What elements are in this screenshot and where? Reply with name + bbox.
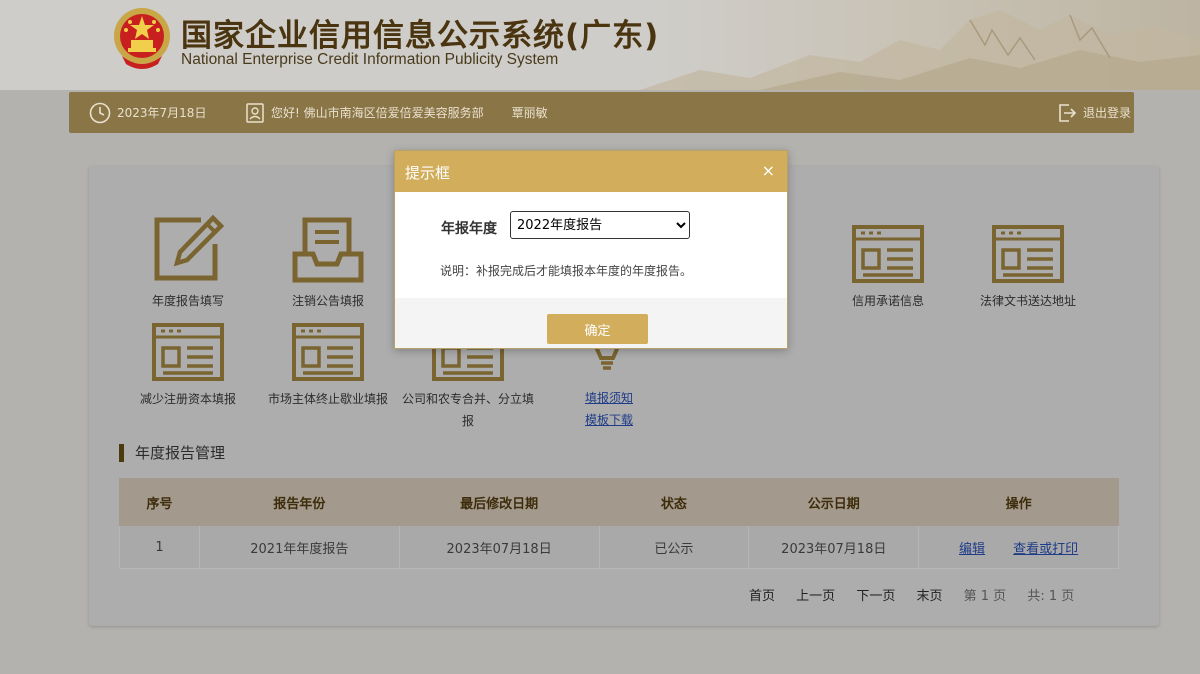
cell-no: 1	[119, 525, 200, 569]
dialog-footer: 确定	[395, 298, 787, 348]
date-display: 2023年7月18日	[89, 92, 206, 133]
cell-published: 2023年07月18日	[748, 525, 920, 569]
tile-label: 公司和农专合并、分立填报	[401, 392, 534, 428]
dialog-header: 提示框 ×	[395, 151, 787, 192]
cell-year: 2021年年度报告	[198, 525, 400, 569]
site-header: 国家企业信用信息公示系统(广东) National Enterprise Cre…	[0, 0, 1200, 90]
site-title: 国家企业信用信息公示系统(广东)	[181, 18, 660, 54]
prev-page-button[interactable]: 上一页	[796, 585, 835, 604]
confirm-button[interactable]: 确定	[547, 314, 648, 344]
annual-report-table: 序号 报告年份 最后修改日期 状态 公示日期 操作 1 2021年年度报告 20…	[119, 478, 1119, 569]
greeting-display: 您好! 佛山市南海区倍爱倍爱美容服务部 覃丽敏	[245, 92, 548, 133]
tile-label: 年度报告填写	[151, 294, 224, 308]
cell-actions: 编辑 查看或打印	[918, 525, 1119, 569]
clock-icon	[89, 102, 111, 123]
tile-cancellation-notice[interactable]: 注销公告填报	[258, 214, 398, 312]
dialog-body: 年报年度 2022年度报告 说明：补报完成后才能填报本年度的年度报告。	[395, 192, 787, 298]
user-badge-icon	[246, 102, 264, 123]
total-pages: 共: 1 页	[1027, 589, 1075, 604]
tile-business-suspension[interactable]: 市场主体终止歇业填报	[258, 322, 398, 410]
tile-legal-address[interactable]: 法律文书送达地址	[958, 224, 1098, 312]
date-text: 2023年7月18日	[117, 106, 207, 120]
cell-modified: 2023年07月18日	[398, 525, 600, 569]
user-info-bar: 2023年7月18日 您好! 佛山市南海区倍爱倍爱美容服务部 覃丽敏 退出登录	[69, 92, 1134, 133]
site-subtitle: National Enterprise Credit Information P…	[181, 51, 559, 68]
prompt-dialog: 提示框 × 年报年度 2022年度报告 说明：补报完成后才能填报本年度的年度报告…	[394, 150, 788, 349]
tile-capital-reduction[interactable]: 减少注册资本填报	[118, 322, 258, 410]
column-header: 报告年份	[198, 478, 400, 526]
form-doc-icon	[152, 323, 224, 381]
national-emblem-icon	[114, 8, 170, 69]
dialog-title: 提示框	[405, 164, 451, 182]
section-title: 年度报告管理	[119, 444, 225, 462]
tray-doc-icon	[292, 217, 364, 283]
cell-status: 已公示	[598, 525, 750, 569]
user-name: 覃丽敏	[511, 106, 548, 120]
form-doc-icon	[292, 323, 364, 381]
table-row: 1 2021年年度报告 2023年07月18日 已公示 2023年07月18日 …	[119, 525, 1119, 569]
report-year-label: 年报年度	[441, 221, 497, 237]
tile-label: 注销公告填报	[291, 294, 364, 308]
last-page-button[interactable]: 末页	[916, 585, 942, 604]
view-print-link[interactable]: 查看或打印	[1013, 542, 1078, 557]
tile-label: 减少注册资本填报	[139, 392, 236, 406]
tile-label: 信用承诺信息	[851, 294, 924, 308]
column-header: 最后修改日期	[398, 478, 600, 526]
dialog-note: 说明：补报完成后才能填报本年度的年度报告。	[440, 264, 693, 278]
edit-link[interactable]: 编辑	[959, 542, 985, 557]
column-header: 公示日期	[748, 478, 920, 526]
logout-button[interactable]: 退出登录	[1057, 92, 1131, 133]
column-header: 状态	[598, 478, 750, 526]
tile-credit-commitment[interactable]: 信用承诺信息	[818, 224, 958, 312]
table-header-row: 序号 报告年份 最后修改日期 状态 公示日期 操作	[119, 478, 1119, 526]
mountain-landscape-decoration	[640, 10, 1200, 90]
form-doc-icon	[992, 225, 1064, 283]
guide-link[interactable]: 填报须知	[585, 387, 633, 409]
pagination: 首页 上一页 下一页 末页 第 1 页 共: 1 页	[749, 585, 1091, 604]
current-page: 第 1 页	[963, 589, 1007, 604]
close-icon[interactable]: ×	[762, 149, 775, 193]
tile-label: 市场主体终止歇业填报	[267, 392, 388, 406]
logout-icon	[1059, 103, 1077, 122]
next-page-button[interactable]: 下一页	[856, 585, 895, 604]
tile-annual-report[interactable]: 年度报告填写	[118, 214, 258, 312]
report-year-select[interactable]: 2022年度报告	[510, 211, 690, 239]
tile-label: 法律文书送达地址	[979, 294, 1076, 308]
greeting-text: 您好! 佛山市南海区倍爱倍爱美容服务部	[271, 106, 484, 120]
column-header: 操作	[918, 478, 1119, 526]
first-page-button[interactable]: 首页	[749, 585, 775, 604]
logout-label: 退出登录	[1083, 106, 1132, 120]
help-links: 填报须知 模板下载	[585, 387, 633, 431]
template-download-link[interactable]: 模板下载	[585, 409, 633, 431]
column-header: 序号	[119, 478, 200, 526]
form-doc-icon	[852, 225, 924, 283]
pencil-doc-icon	[154, 214, 225, 281]
